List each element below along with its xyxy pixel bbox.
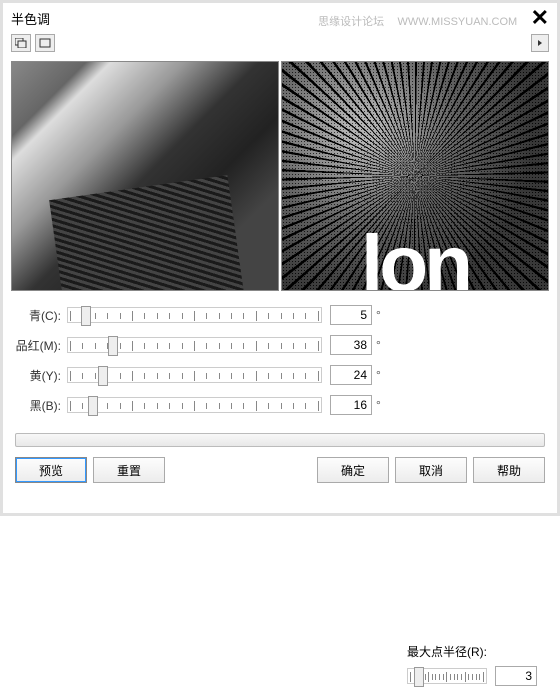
yellow-handle[interactable] [98, 366, 108, 386]
preview-area: lon lon [3, 55, 557, 293]
black-input[interactable] [330, 395, 372, 415]
preview-text-right: lon [361, 218, 469, 291]
radius-section: 最大点半径(R): [407, 643, 537, 686]
button-row: 预览 重置 确定 取消 帮助 [3, 457, 557, 493]
preview-original[interactable]: lon [11, 61, 279, 291]
single-pane-icon[interactable] [35, 34, 55, 52]
black-label: 黑(B): [15, 397, 67, 414]
reset-button[interactable]: 重置 [93, 457, 165, 483]
cyan-input[interactable] [330, 305, 372, 325]
preview-result[interactable]: lon [281, 61, 549, 291]
black-slider[interactable] [67, 397, 322, 413]
help-button[interactable]: 帮助 [473, 457, 545, 483]
magenta-slider[interactable] [67, 337, 322, 353]
yellow-slider[interactable] [67, 367, 322, 383]
preview-button[interactable]: 预览 [15, 457, 87, 483]
titlebar: 半色调 思缘设计论坛 WWW.MISSYUAN.COM ✕ [3, 3, 557, 31]
halftone-dialog: 半色调 思缘设计论坛 WWW.MISSYUAN.COM ✕ lon lon [0, 0, 560, 516]
watermark-text: 思缘设计论坛 [318, 16, 384, 28]
yellow-label: 黄(Y): [15, 367, 67, 384]
magenta-label: 品红(M): [15, 337, 67, 354]
progress-bar [15, 433, 545, 447]
cyan-row: 青(C): ° [15, 305, 545, 325]
ok-button[interactable]: 确定 [317, 457, 389, 483]
radius-input[interactable] [495, 666, 537, 686]
preview-text-left: lon [91, 218, 199, 291]
cyan-label: 青(C): [15, 307, 67, 324]
magenta-handle[interactable] [108, 336, 118, 356]
dialog-title: 半色调 [11, 9, 50, 28]
controls: 青(C): ° 品红(M): ° 黄(Y): [3, 293, 557, 429]
yellow-row: 黄(Y): ° [15, 365, 545, 385]
cyan-slider[interactable] [67, 307, 322, 323]
black-handle[interactable] [88, 396, 98, 416]
watermark-url: WWW.MISSYUAN.COM [397, 16, 517, 28]
cancel-button[interactable]: 取消 [395, 457, 467, 483]
close-icon[interactable]: ✕ [531, 5, 549, 30]
magenta-row: 品红(M): ° [15, 335, 545, 355]
radius-slider[interactable] [407, 668, 487, 684]
cyan-handle[interactable] [81, 306, 91, 326]
yellow-unit: ° [376, 368, 381, 382]
dual-pane-icon[interactable] [11, 34, 31, 52]
cyan-unit: ° [376, 308, 381, 322]
black-row: 黑(B): ° [15, 395, 545, 415]
toolbar [3, 31, 557, 55]
magenta-input[interactable] [330, 335, 372, 355]
radius-label: 最大点半径(R): [407, 643, 537, 660]
menu-arrow-icon[interactable] [531, 34, 549, 52]
black-unit: ° [376, 398, 381, 412]
magenta-unit: ° [376, 338, 381, 352]
radius-handle[interactable] [414, 667, 424, 687]
yellow-input[interactable] [330, 365, 372, 385]
